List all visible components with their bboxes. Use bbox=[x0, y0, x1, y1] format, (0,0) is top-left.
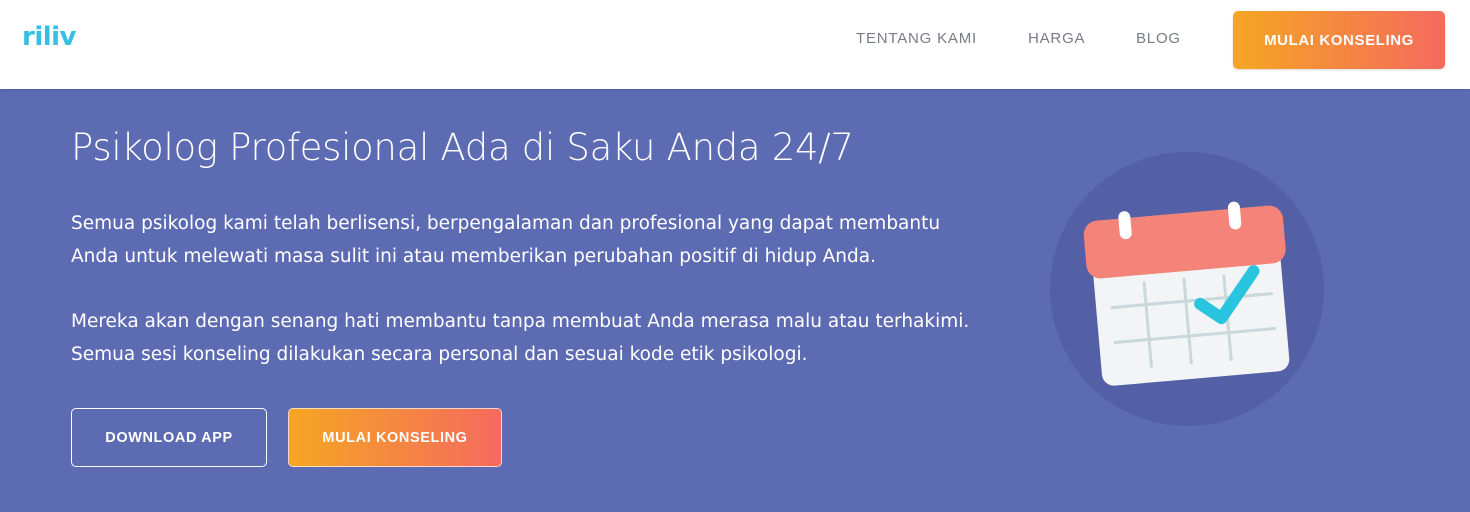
download-app-button[interactable]: DOWNLOAD APP bbox=[71, 408, 267, 467]
riliv-logo[interactable]: riliv bbox=[22, 22, 77, 52]
calendar-illustration bbox=[1083, 201, 1290, 386]
hero-paragraph-1: Semua psikolog kami telah berlisensi, be… bbox=[71, 213, 941, 267]
top-navbar: riliv TENTANG KAMI HARGA BLOG MULAI KONS… bbox=[0, 0, 1470, 89]
mulai-konseling-button[interactable]: MULAI KONSELING bbox=[288, 408, 502, 467]
nav-link-harga[interactable]: HARGA bbox=[1028, 30, 1085, 47]
nav-link-blog[interactable]: BLOG bbox=[1136, 30, 1181, 47]
nav-link-tentang-kami[interactable]: TENTANG KAMI bbox=[856, 30, 977, 47]
calendar-check-icon bbox=[1050, 152, 1324, 426]
hero-paragraph-2: Mereka akan dengan senang hati membantu … bbox=[71, 311, 970, 365]
nav-mulai-konseling-button[interactable]: MULAI KONSELING bbox=[1233, 11, 1445, 69]
hero-title: Psikolog Profesional Ada di Saku Anda 24… bbox=[71, 126, 854, 169]
